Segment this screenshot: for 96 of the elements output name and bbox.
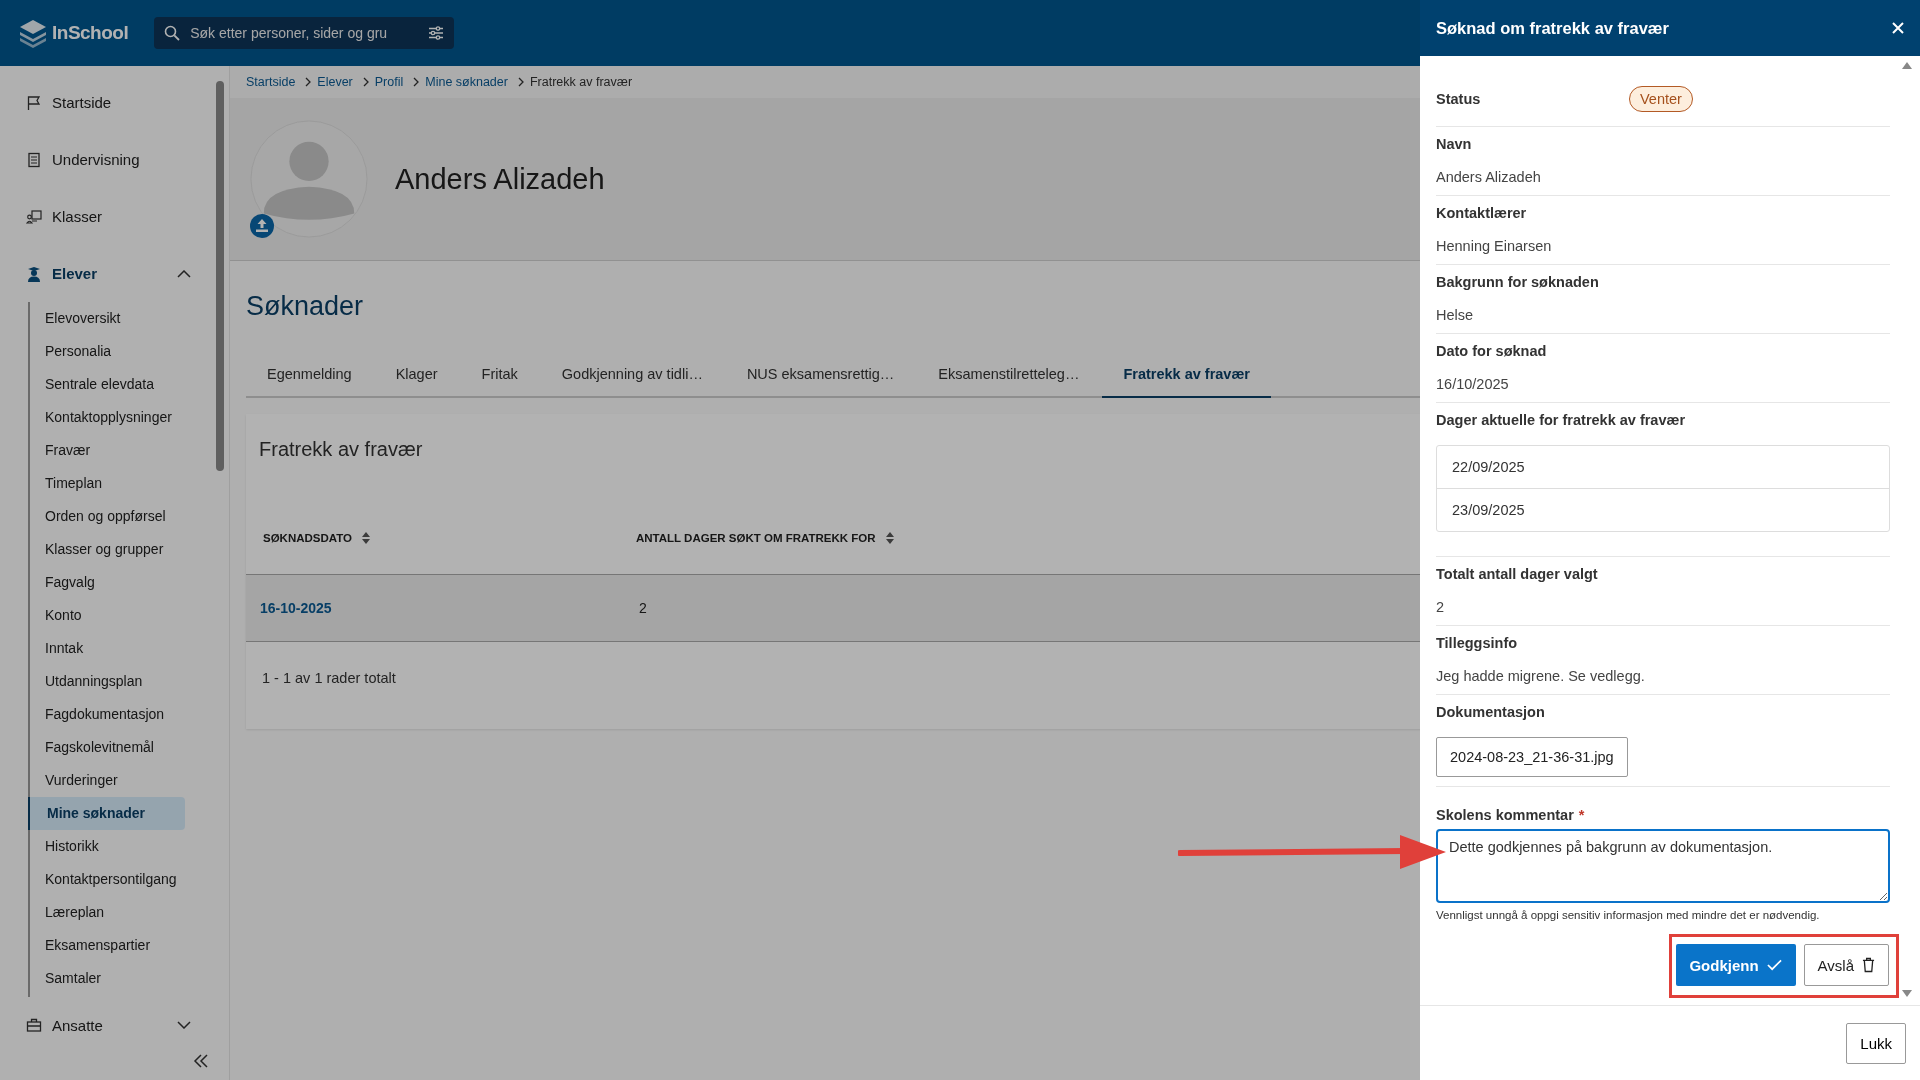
status-badge: Venter: [1629, 86, 1693, 112]
chevron-up-icon: [177, 269, 191, 278]
field-hint: Vennligst unngå å oppgi sensitiv informasjon med mindre det er nødvendig.: [1436, 909, 1821, 921]
tab[interactable]: Eksamenstilretteleg…: [917, 356, 1101, 398]
upload-icon[interactable]: [250, 214, 274, 238]
field-value: Jeg hadde migrene. Se vedlegg.: [1436, 668, 1646, 686]
flag-icon: [26, 94, 42, 111]
field-label: Kontaktlærer: [1436, 205, 1528, 221]
search-bar[interactable]: Søk etter personer, sider og gru: [154, 17, 455, 49]
field-value: 16/10/2025: [1436, 376, 1510, 394]
sidebar-item[interactable]: Undervisning: [26, 131, 191, 188]
tab[interactable]: Egenmelding: [246, 356, 373, 398]
chevron-right-icon: [517, 77, 524, 87]
sidebar-subitem[interactable]: Mine søknader: [28, 797, 185, 830]
tab[interactable]: Fratrekk av fravær: [1102, 356, 1271, 398]
search-icon: [164, 25, 181, 41]
sidebar-subitem[interactable]: Orden og oppførsel: [30, 500, 187, 533]
comment-field[interactable]: Dette godkjennes på bakgrunn av dokumentasjon.: [1436, 829, 1890, 903]
card-title: Fratrekk av fravær: [259, 438, 423, 462]
field-value: Anders Alizadeh: [1436, 169, 1542, 187]
date-link[interactable]: 16-10-2025: [246, 600, 639, 616]
section-title: Søknader: [246, 291, 364, 322]
breadcrumb-link[interactable]: Mine søknader: [425, 75, 508, 89]
table-cell: 2: [639, 600, 647, 616]
sidebar-subitem[interactable]: Fagskolevitnemål: [30, 731, 187, 764]
sidebar-subitem[interactable]: Sentrale elevdata: [30, 368, 187, 401]
sidebar-subitem[interactable]: Fravær: [30, 434, 187, 467]
close-button[interactable]: Lukk: [1846, 1022, 1906, 1064]
field-label: Bakgrunn for søknaden: [1436, 274, 1600, 290]
field-label: Dokumentasjon: [1436, 704, 1546, 720]
tab[interactable]: NUS eksamensrettig…: [725, 356, 916, 398]
sort-icon: [362, 532, 371, 544]
search-field[interactable]: Søk etter personer, sider og gru: [188, 24, 421, 42]
chevron-right-icon: [305, 77, 312, 87]
sort-icon: [885, 532, 894, 544]
sidebar-subitem[interactable]: Læreplan: [30, 896, 187, 929]
app-logo[interactable]: InSchool: [52, 22, 129, 44]
sidebar-subitem[interactable]: Vurderinger: [30, 764, 187, 797]
breadcrumb-link[interactable]: Profil: [374, 75, 404, 89]
chevron-right-icon: [362, 77, 369, 87]
field-label: Navn: [1436, 136, 1473, 152]
sidebar-subitem[interactable]: Eksamenspartier: [30, 929, 187, 962]
sidebar-subitem[interactable]: Fagdokumentasjon: [30, 698, 187, 731]
approve-button[interactable]: Godkjenn: [1676, 944, 1796, 986]
field-label: Skolens kommentar *: [1436, 807, 1586, 823]
student-name: Anders Alizadeh: [395, 162, 605, 196]
row-count: 1 - 1 av 1 rader totalt: [262, 670, 396, 686]
breadcrumb-link[interactable]: Startside: [246, 75, 296, 89]
field-value: 2: [1436, 599, 1446, 617]
field-value: Helse: [1436, 307, 1475, 325]
breadcrumb-link[interactable]: Elever: [317, 75, 353, 89]
sidebar-subitem[interactable]: Samtaler: [30, 962, 187, 995]
sidebar-subitem[interactable]: Utdanningsplan: [30, 665, 187, 698]
sidebar-subitem[interactable]: Timeplan: [30, 467, 187, 500]
tab[interactable]: Godkjenning av tidli…: [540, 356, 724, 398]
tab[interactable]: Fritak: [460, 356, 539, 398]
required-mark: *: [1578, 807, 1585, 823]
teacher-board-icon: [26, 208, 42, 225]
sidebar-item[interactable]: Ansatte: [26, 1005, 191, 1045]
tab[interactable]: Klager: [374, 356, 459, 398]
sidebar-subitem[interactable]: Kontaktopplysninger: [30, 401, 187, 434]
scroll-up-icon[interactable]: [1902, 62, 1912, 69]
sidebar-subitem[interactable]: Inntak: [30, 632, 187, 665]
sidebar-subitem[interactable]: Fagvalg: [30, 566, 187, 599]
filter-sliders-icon[interactable]: [428, 26, 445, 40]
sidebar-item[interactable]: Klasser: [26, 188, 191, 245]
sidebar-subitem[interactable]: Personalia: [30, 335, 187, 368]
sidebar-subitem[interactable]: Klasser og grupper: [30, 533, 187, 566]
field-label: Status: [1436, 91, 1482, 107]
scrollbar[interactable]: [216, 81, 224, 471]
scroll-down-icon[interactable]: [1902, 990, 1912, 997]
field-label: Dato for søknad: [1436, 343, 1548, 359]
field-value: Henning Einarsen: [1436, 238, 1553, 256]
collapse-chevrons-icon[interactable]: [193, 1054, 209, 1068]
sidebar-item[interactable]: Elever: [26, 245, 191, 302]
date-item: 22/09/2025: [1451, 458, 1526, 477]
check-icon: [1766, 959, 1782, 971]
date-item: 23/09/2025: [1437, 488, 1889, 531]
book-icon: [26, 151, 42, 168]
sidebar-subitem[interactable]: Konto: [30, 599, 187, 632]
sidebar-item[interactable]: Startside: [26, 74, 191, 131]
column-header[interactable]: ANTALL DAGER SØKT OM FRATREKK FOR: [636, 532, 894, 544]
sidebar-subitem[interactable]: Kontaktpersontilgang: [30, 863, 187, 896]
panel-title: Søknad om fratrekk av fravær: [1436, 18, 1669, 38]
close-icon[interactable]: [1892, 22, 1904, 34]
reject-button[interactable]: Avslå: [1803, 944, 1889, 986]
column-header[interactable]: SØKNADSDATO: [246, 532, 636, 544]
briefcase-icon: [26, 1017, 42, 1033]
student-icon: [26, 265, 42, 282]
sidebar-subitem[interactable]: Elevoversikt: [30, 302, 187, 335]
sidebar-subitem[interactable]: Historikk: [30, 830, 187, 863]
chevron-down-icon: [177, 1021, 191, 1029]
chevron-right-icon: [413, 77, 420, 87]
trash-icon: [1862, 957, 1875, 973]
field-label: Dager aktuelle for fratrekk av fravær: [1436, 412, 1687, 428]
attachment-button[interactable]: 2024-08-23_21-36-31.jpg: [1436, 737, 1628, 777]
